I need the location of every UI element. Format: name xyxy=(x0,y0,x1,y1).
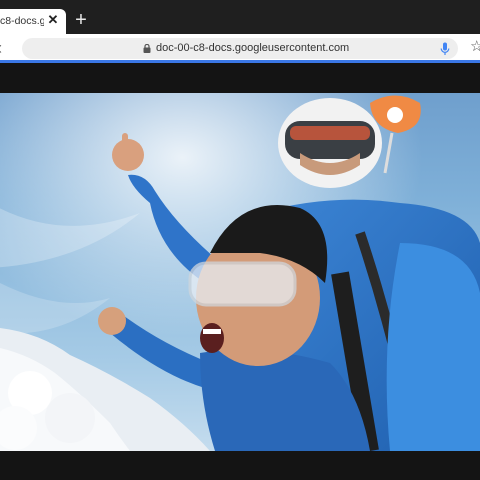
plus-icon[interactable]: + xyxy=(72,10,90,30)
microphone-icon[interactable] xyxy=(440,42,450,56)
star-icon[interactable]: ☆ xyxy=(470,39,480,55)
url-text[interactable]: doc-00-c8-docs.googleusercontent.com xyxy=(156,41,349,56)
browser-tab[interactable]: c8-docs.goo ✕ xyxy=(0,9,66,34)
tab-title: c8-docs.goo xyxy=(0,15,44,27)
video-frame-image xyxy=(0,93,480,451)
address-bar[interactable]: doc-00-c8-docs.googleusercontent.com xyxy=(22,38,458,59)
video-player[interactable] xyxy=(0,93,480,451)
back-arrow-icon[interactable]: ‹ xyxy=(0,39,8,57)
tab-strip: c8-docs.goo ✕ + xyxy=(0,0,480,34)
close-icon[interactable]: ✕ xyxy=(46,13,60,27)
browser-toolbar: ‹ doc-00-c8-docs.googleusercontent.com ☆ xyxy=(0,34,480,62)
lock-icon xyxy=(143,44,151,53)
video-viewport xyxy=(0,63,480,480)
